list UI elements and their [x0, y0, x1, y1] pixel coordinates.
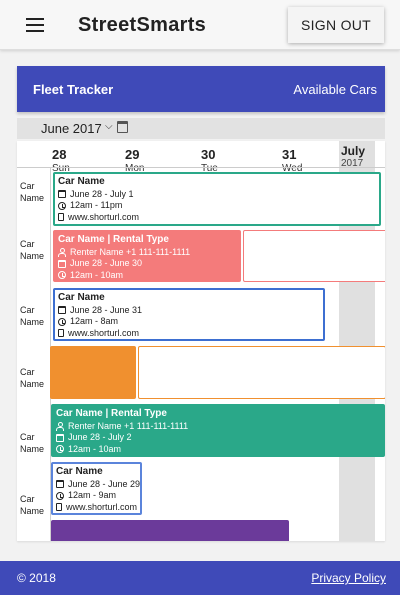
- calendar-icon[interactable]: [117, 121, 128, 133]
- booking-time: 12am - 9am: [68, 490, 117, 500]
- row-label-car-4: Car Name: [20, 367, 45, 389]
- calendar-icon: [56, 480, 64, 489]
- day-header-28: 28 Sun: [52, 147, 132, 174]
- booking-title: Car Name | Rental Type: [56, 408, 167, 419]
- calendar-icon: [58, 259, 66, 268]
- row-label-car-6: Car Name: [20, 494, 45, 516]
- calendar-icon: [56, 433, 64, 442]
- clock-icon: [58, 317, 66, 326]
- sign-out-button[interactable]: SIGN OUT: [288, 7, 384, 43]
- row-label-car-1: Car Name: [20, 181, 45, 203]
- booking-url: www.shorturl.com: [68, 211, 140, 222]
- app-title: StreetSmarts: [78, 14, 207, 36]
- booking-url: www.shorturl.com: [68, 327, 140, 338]
- day-number: 30: [201, 147, 216, 162]
- booking-dates: June 28 - June 29: [68, 478, 141, 489]
- booking-time: 12am - 10am: [70, 269, 124, 280]
- app-bar: StreetSmarts SIGN OUT: [0, 0, 400, 50]
- calendar-icon: [58, 306, 66, 315]
- clock-icon: [56, 445, 64, 454]
- calendar-grid: July 2017 28 Sun 29 Mon 30 Tue 31 Wed Ca…: [17, 141, 385, 541]
- privacy-policy-link[interactable]: Privacy Policy: [311, 571, 386, 585]
- day-number: 28: [52, 147, 67, 162]
- booking-time: 12am - 10am: [68, 443, 122, 454]
- booking-block-empty[interactable]: [243, 230, 385, 282]
- booking-block-filled[interactable]: [50, 346, 136, 399]
- clock-icon: [58, 201, 66, 210]
- booking-block-filled[interactable]: [51, 520, 289, 541]
- clock-icon: [58, 271, 66, 280]
- booking-dates: June 28 - July 2: [68, 432, 132, 442]
- day-number: 31: [282, 147, 297, 162]
- calendar-icon: [58, 190, 66, 199]
- day-header-30: 30 Tue: [201, 147, 281, 174]
- booking-title: Car Name: [56, 466, 103, 477]
- day-header-29: 29 Mon: [125, 147, 205, 174]
- available-cars-link[interactable]: Available Cars: [293, 82, 377, 97]
- clock-icon: [56, 491, 64, 500]
- copyright-text: © 2018: [17, 571, 56, 585]
- person-icon: [56, 422, 64, 432]
- row-label-car-3: Car Name: [20, 305, 45, 327]
- booking-card[interactable]: Car Name June 28 - June 31 12am - 8am ww…: [53, 288, 325, 341]
- header-divider: [17, 167, 385, 168]
- booking-card[interactable]: Car Name June 28 - July 1 12am - 11pm ww…: [53, 172, 381, 226]
- day-number: 29: [125, 147, 140, 162]
- row-label-car-5: Car Name: [20, 432, 45, 454]
- chevron-down-icon[interactable]: ⌵: [105, 121, 113, 132]
- month-label: June 2017: [41, 121, 102, 136]
- booking-dates: June 28 - June 31: [70, 304, 143, 315]
- menu-icon[interactable]: [24, 15, 46, 35]
- booking-url: www.shorturl.com: [66, 501, 138, 512]
- footer: © 2018 Privacy Policy: [0, 561, 400, 595]
- booking-time: 12am - 8am: [70, 316, 119, 326]
- row-label-car-2: Car Name: [20, 239, 45, 261]
- booking-title: Car Name: [58, 292, 105, 303]
- link-icon: [58, 329, 64, 338]
- fleet-tracker-header: Fleet Tracker Available Cars: [17, 66, 385, 112]
- booking-dates: June 28 - July 1: [70, 188, 134, 199]
- renter-info: Renter Name +1 111-111-1111: [70, 246, 191, 257]
- booking-time: 12am - 11pm: [70, 200, 123, 210]
- booking-title: Car Name: [58, 176, 105, 187]
- booking-block-empty[interactable]: [138, 346, 385, 399]
- booking-card[interactable]: Car Name | Rental Type Renter Name +1 11…: [51, 404, 385, 457]
- link-icon: [56, 503, 62, 512]
- day-header-31: 31 Wed: [282, 147, 362, 174]
- month-selector[interactable]: June 2017 ⌵: [17, 118, 385, 139]
- fleet-tracker-title: Fleet Tracker: [33, 82, 114, 97]
- link-icon: [58, 213, 64, 222]
- booking-dates: June 28 - June 30: [70, 258, 143, 268]
- booking-card[interactable]: Car Name June 28 - June 29 12am - 9am ww…: [51, 462, 142, 515]
- person-icon: [58, 248, 66, 258]
- booking-card[interactable]: Car Name | Rental Type Renter Name +1 11…: [53, 230, 241, 282]
- booking-title: Car Name | Rental Type: [58, 234, 169, 245]
- renter-info: Renter Name +1 111-111-1111: [68, 420, 189, 431]
